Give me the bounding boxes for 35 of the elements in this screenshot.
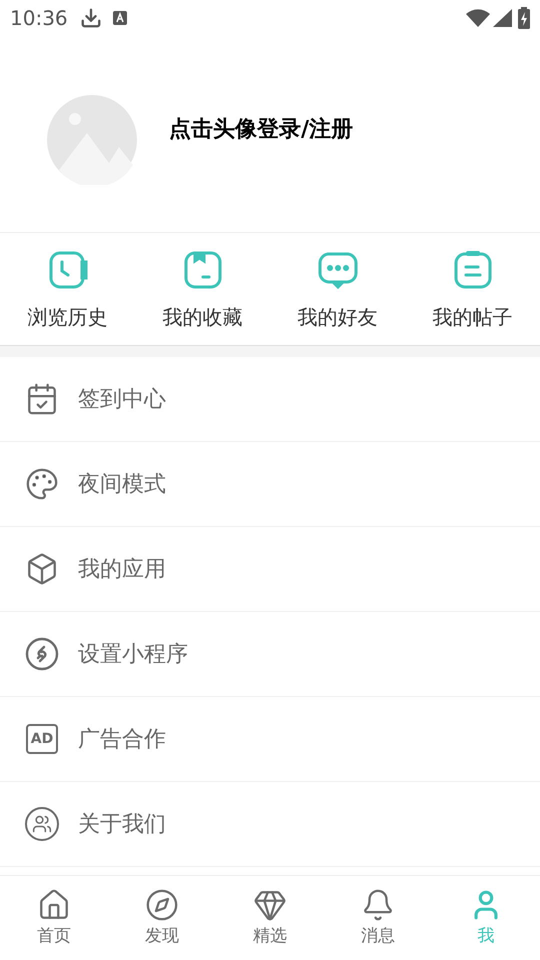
keyboard-app-icon <box>112 10 128 26</box>
calendar-check-icon <box>25 382 59 416</box>
avatar-placeholder-icon[interactable] <box>47 95 137 185</box>
nav-tab[interactable]: 精选 <box>216 876 324 960</box>
diamond-icon <box>253 888 287 922</box>
compass-icon <box>145 888 179 922</box>
quick-link[interactable]: 我的收藏 <box>135 233 270 345</box>
login-prompt[interactable]: 点击头像登录/注册 <box>169 113 354 146</box>
quick-link[interactable]: 我的帖子 <box>405 233 540 345</box>
signal-icon <box>493 9 512 27</box>
home-icon <box>37 888 71 922</box>
nav-tab[interactable]: 发现 <box>108 876 216 960</box>
status-time: 10:36 <box>10 5 68 32</box>
menu-item[interactable]: AD 广告合作 <box>0 697 540 782</box>
menu-item[interactable]: 我的应用 <box>0 527 540 612</box>
clipboard-icon <box>452 250 492 290</box>
download-icon <box>80 7 102 29</box>
menu-item[interactable]: 签到中心 <box>0 357 540 442</box>
menu-item[interactable]: 关于我们 <box>0 782 540 867</box>
link-circle-icon <box>25 637 59 671</box>
quick-link[interactable]: 我的好友 <box>270 233 405 345</box>
nav-tab[interactable]: 消息 <box>324 876 432 960</box>
battery-icon <box>518 7 530 29</box>
menu-item[interactable]: 夜间模式 <box>0 442 540 527</box>
chat-bubble-icon <box>318 250 358 290</box>
box-icon <box>25 552 59 586</box>
bookmark-box-icon <box>182 250 222 290</box>
watch-icon <box>48 250 88 290</box>
bell-icon <box>361 888 395 922</box>
nav-tab[interactable]: 首页 <box>0 876 108 960</box>
palette-icon <box>25 467 59 501</box>
quick-link[interactable]: 浏览历史 <box>0 233 135 345</box>
ad-icon: AD <box>26 724 58 754</box>
menu-item[interactable]: 设置小程序 <box>0 612 540 697</box>
wifi-icon <box>466 9 490 27</box>
